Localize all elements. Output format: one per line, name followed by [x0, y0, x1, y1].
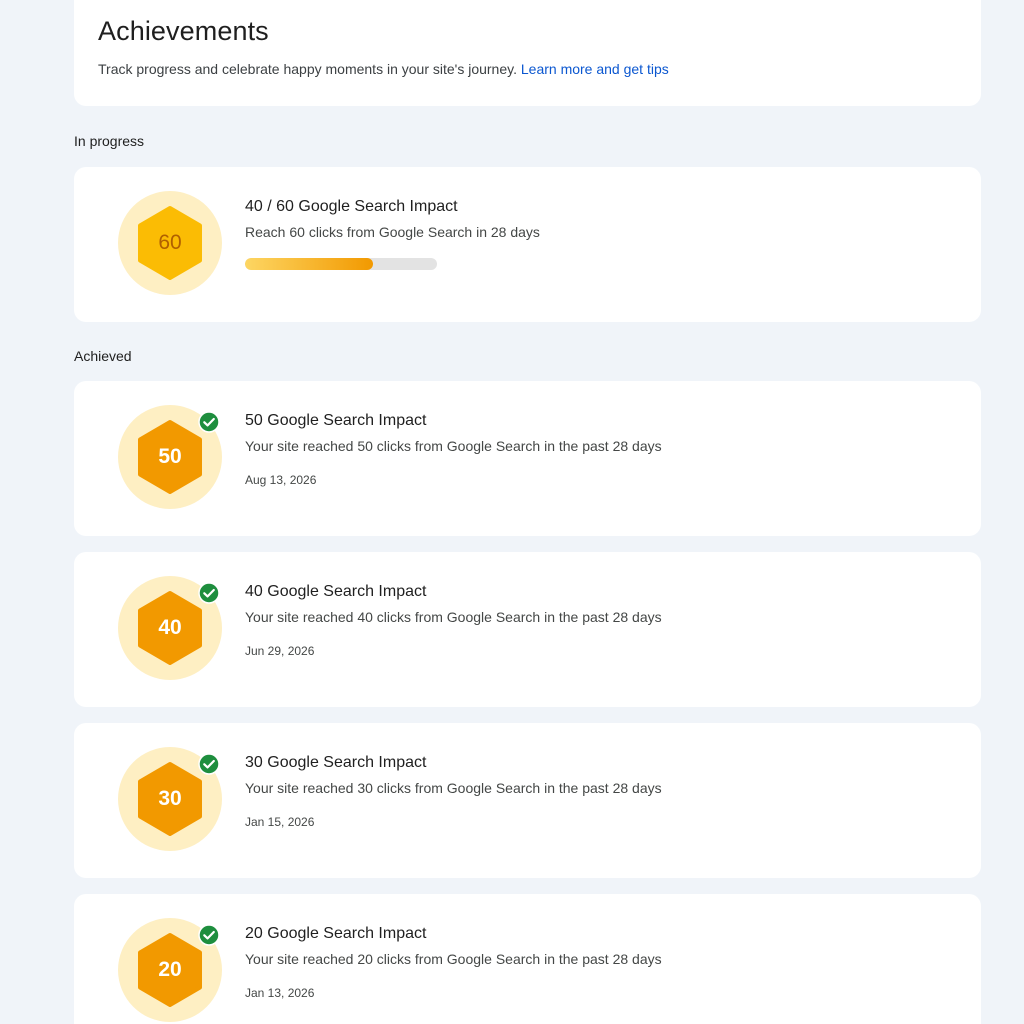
achievement-badge: 40	[118, 576, 222, 680]
achieved-achievement-card[interactable]: 30 30 Google Search Impact Your site rea…	[74, 723, 981, 878]
achievement-description: Your site reached 50 clicks from Google …	[245, 438, 662, 454]
learn-more-link[interactable]: Learn more and get tips	[521, 61, 669, 77]
section-label-achieved: Achieved	[74, 348, 132, 364]
check-circle-icon	[198, 411, 220, 433]
achievement-badge: 20	[118, 918, 222, 1022]
achievement-description: Reach 60 clicks from Google Search in 28…	[245, 224, 540, 240]
achievement-title: 30 Google Search Impact	[245, 754, 427, 771]
check-circle-icon	[198, 924, 220, 946]
achieved-achievement-card[interactable]: 40 40 Google Search Impact Your site rea…	[74, 552, 981, 707]
achievement-title: 40 Google Search Impact	[245, 583, 427, 600]
page-title: Achievements	[98, 16, 269, 46]
achievement-badge: 30	[118, 747, 222, 851]
progress-bar-fill	[245, 258, 374, 270]
achievement-date: Jun 29, 2026	[245, 644, 315, 658]
achievements-page: Achievements Track progress and celebrat…	[0, 0, 1024, 1024]
check-circle-icon	[198, 582, 220, 604]
achieved-achievement-card[interactable]: 50 50 Google Search Impact Your site rea…	[74, 381, 981, 536]
achievement-description: Your site reached 20 clicks from Google …	[245, 951, 662, 967]
achieved-achievement-card[interactable]: 20 20 Google Search Impact Your site rea…	[74, 894, 981, 1024]
achievement-description: Your site reached 40 clicks from Google …	[245, 609, 662, 625]
achievement-badge: 50	[118, 405, 222, 509]
in-progress-achievement-card[interactable]: 60 40 / 60 Google Search Impact Reach 60…	[74, 167, 981, 322]
achievement-title: 50 Google Search Impact	[245, 412, 427, 429]
check-circle-icon	[198, 753, 220, 775]
header-card: Achievements Track progress and celebrat…	[74, 0, 981, 106]
achievement-date: Jan 13, 2026	[245, 986, 315, 1000]
badge-number: 60	[158, 231, 182, 254]
achievement-date: Jan 15, 2026	[245, 815, 315, 829]
achievement-title: 40 / 60 Google Search Impact	[245, 198, 458, 215]
achievement-description: Your site reached 30 clicks from Google …	[245, 780, 662, 796]
page-description-text: Track progress and celebrate happy momen…	[98, 61, 517, 77]
page-description: Track progress and celebrate happy momen…	[98, 61, 669, 77]
achievement-date: Aug 13, 2026	[245, 473, 317, 487]
section-label-in-progress: In progress	[74, 133, 145, 149]
progress-bar	[245, 258, 437, 270]
achievement-title: 20 Google Search Impact	[245, 925, 427, 942]
achievement-badge: 60	[118, 191, 222, 295]
